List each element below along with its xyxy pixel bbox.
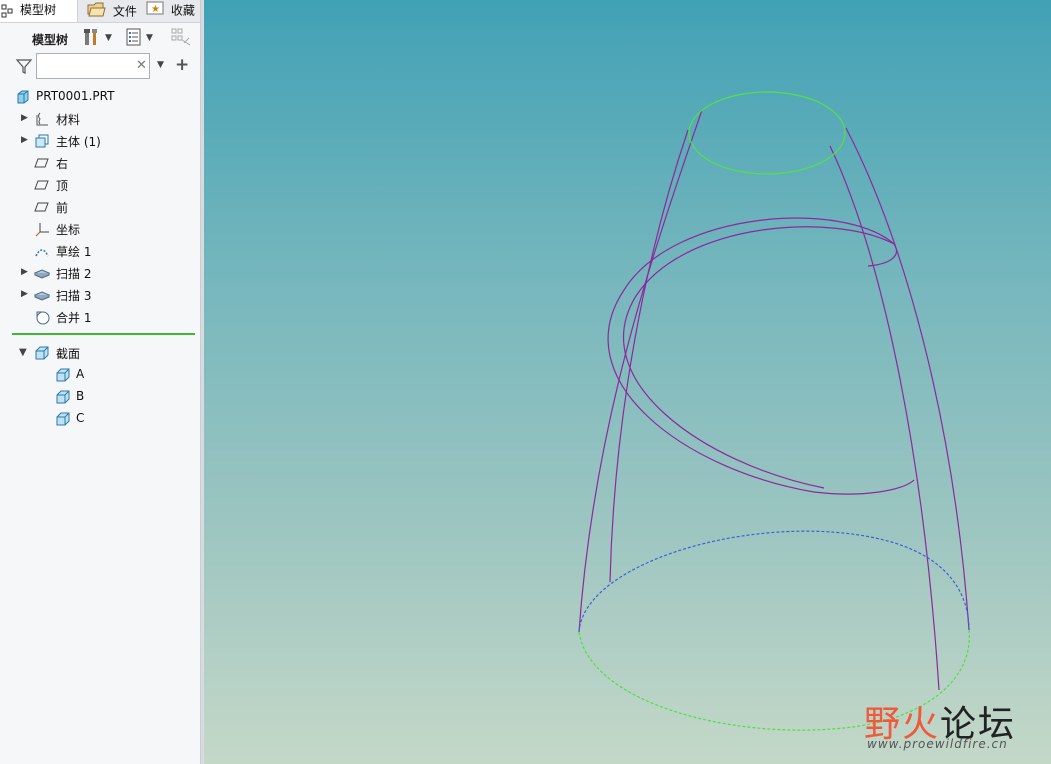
watermark-url: www.proewildfire.cn	[867, 737, 1008, 751]
tree-item-datum-top[interactable]: 顶	[0, 174, 200, 196]
sweep-icon	[33, 265, 51, 281]
insert-here-indicator[interactable]	[12, 333, 195, 335]
tree-columns-icon	[170, 27, 192, 50]
tree-item-merge[interactable]: 合并 1	[0, 306, 200, 328]
tree-item-label: 前	[56, 201, 69, 215]
folder-icon	[86, 0, 106, 22]
sketch-icon	[34, 243, 50, 259]
tree-item-label: 材料	[56, 113, 81, 127]
navigator-tabs: 模型树 文件 ★ 收藏	[0, 0, 200, 23]
expand-arrow-icon[interactable]: ▶	[21, 267, 28, 277]
favorites-icon: ★	[146, 0, 164, 22]
close-icon[interactable]: ✕	[136, 58, 147, 73]
tree-item-sections[interactable]: ▼ 截面	[0, 342, 200, 364]
section-icon	[55, 389, 71, 405]
filter-row: ✕ ▼ +	[0, 52, 200, 82]
expand-arrow-icon[interactable]: ▶	[21, 135, 28, 145]
show-options-button[interactable]: ▼	[125, 28, 153, 48]
tree-item-label: C	[76, 411, 85, 425]
tree-item-sweep-2[interactable]: ▶ 扫描 2	[0, 262, 200, 284]
tab-label: 收藏	[170, 3, 195, 18]
tab-favorites[interactable]: ★ 收藏	[146, 0, 200, 22]
tree-item-label: 扫描 2	[56, 267, 92, 281]
tree-settings-button[interactable]: ▼	[82, 28, 112, 48]
section-icon	[55, 367, 71, 383]
datum-plane-icon	[34, 155, 50, 171]
body-icon	[34, 133, 50, 149]
datum-plane-icon	[34, 177, 50, 193]
merge-icon	[34, 309, 50, 325]
chevron-down-icon: ▼	[146, 33, 153, 43]
svg-text:★: ★	[151, 4, 160, 15]
tree-columns-button[interactable]	[170, 28, 192, 48]
filter-icon[interactable]	[15, 57, 33, 78]
model-tree-toolbar: 模型树 ▼ ▼	[0, 24, 200, 52]
bottom-curve-back	[578, 530, 970, 633]
tab-label: 模型树	[20, 3, 57, 17]
chevron-down-icon[interactable]: ▼	[157, 60, 164, 70]
tree-item-material[interactable]: ▶ 材料	[0, 108, 200, 130]
datum-plane-icon	[34, 199, 50, 215]
coordinate-system-icon	[34, 221, 50, 237]
tab-label: 文件	[112, 4, 137, 19]
tree-item-label: 草绘 1	[56, 245, 92, 259]
tree-item-label: 右	[56, 157, 69, 171]
model-tree-icon	[1, 4, 13, 22]
collapse-arrow-icon[interactable]: ▼	[19, 347, 27, 358]
sweep-section-ring-inner	[623, 226, 895, 489]
chevron-down-icon: ▼	[105, 33, 112, 43]
add-icon[interactable]: +	[175, 55, 189, 75]
tree-item-label: 主体 (1)	[56, 135, 101, 149]
tree-item-label: A	[76, 367, 85, 381]
tools-icon	[82, 27, 102, 50]
tree-item-label: 顶	[56, 179, 69, 193]
tree-item-label: 截面	[56, 347, 81, 361]
tree-item-label: 坐标	[56, 223, 81, 237]
sweep-edge-right-outer	[845, 127, 970, 631]
material-icon	[34, 111, 50, 127]
watermark: 野火论坛 www.proewildfire.cn	[864, 695, 1044, 755]
part-icon	[15, 89, 31, 105]
tree-item-label: 合并 1	[56, 311, 92, 325]
sweep-icon	[33, 287, 51, 303]
sweep-section-ring-outer	[607, 217, 915, 495]
tree-item-section-a[interactable]: A	[0, 364, 200, 386]
model-wireframe	[578, 91, 970, 731]
tree-item-datum-right[interactable]: 右	[0, 152, 200, 174]
sweep-edge-left-outer	[578, 109, 703, 633]
tree-item-body[interactable]: ▶ 主体 (1)	[0, 130, 200, 152]
model-tree-panel: 模型树 文件 ★ 收藏 模型树 ▼ ▼ ✕ ▼ + PRT0001.PRT ▶ …	[0, 0, 201, 764]
tab-model-tree[interactable]: 模型树	[0, 0, 78, 22]
tree-item-coordinate-system[interactable]: 坐标	[0, 218, 200, 240]
tree-item-sweep-3[interactable]: ▶ 扫描 3	[0, 284, 200, 306]
tree-item-section-c[interactable]: C	[0, 408, 200, 430]
graphics-viewport[interactable]: 野火论坛 www.proewildfire.cn	[204, 0, 1051, 764]
expand-arrow-icon[interactable]: ▶	[21, 113, 28, 123]
section-icon	[34, 345, 50, 361]
tree-item-label: B	[76, 389, 85, 403]
tree-item-datum-front[interactable]: 前	[0, 196, 200, 218]
expand-arrow-icon[interactable]: ▶	[21, 289, 28, 299]
tree-item-root[interactable]: PRT0001.PRT	[0, 86, 200, 108]
tree-item-label: 扫描 3	[56, 289, 92, 303]
tab-folder[interactable]: 文件	[86, 0, 138, 22]
tree-item-sketch[interactable]: 草绘 1	[0, 240, 200, 262]
tree-item-label: PRT0001.PRT	[36, 89, 115, 103]
sweep-edge-left-inner	[609, 129, 689, 583]
sweep-edge-right-inner	[829, 145, 940, 691]
list-options-icon	[125, 27, 143, 50]
section-icon	[55, 411, 71, 427]
model-tree-label: 模型树	[32, 33, 69, 47]
tree-search-input[interactable]	[36, 53, 150, 79]
tree-item-section-b[interactable]: B	[0, 386, 200, 408]
top-sketch-curve	[688, 91, 846, 175]
